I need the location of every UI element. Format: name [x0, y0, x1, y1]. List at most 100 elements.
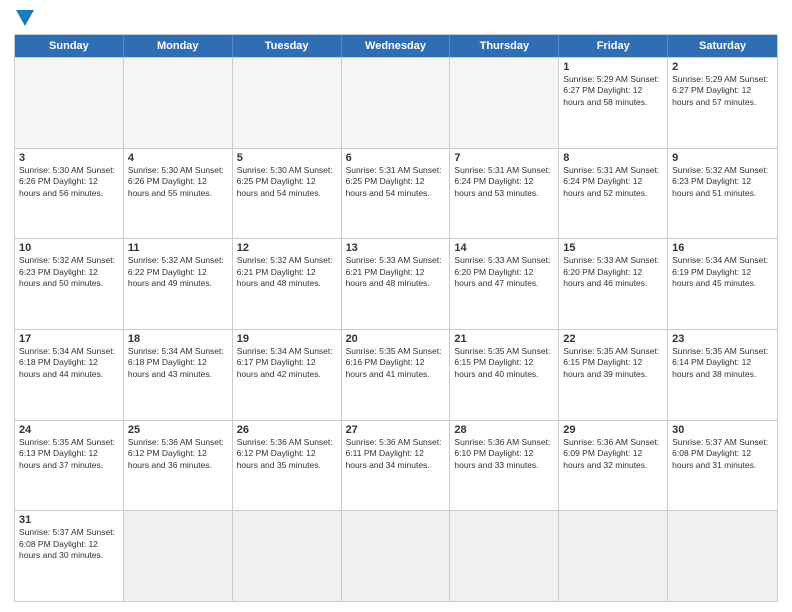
cal-cell-r2-c5: 15Sunrise: 5:33 AM Sunset: 6:20 PM Dayli… — [559, 239, 668, 329]
day-info: Sunrise: 5:30 AM Sunset: 6:26 PM Dayligh… — [19, 165, 119, 199]
day-number: 13 — [346, 242, 446, 254]
day-number: 20 — [346, 333, 446, 345]
cal-cell-r0-c0 — [15, 58, 124, 148]
calendar-row-5: 31Sunrise: 5:37 AM Sunset: 6:08 PM Dayli… — [15, 510, 777, 601]
cal-cell-r5-c6 — [668, 511, 777, 601]
day-number: 26 — [237, 424, 337, 436]
cal-cell-r2-c0: 10Sunrise: 5:32 AM Sunset: 6:23 PM Dayli… — [15, 239, 124, 329]
day-number: 24 — [19, 424, 119, 436]
day-info: Sunrise: 5:36 AM Sunset: 6:12 PM Dayligh… — [128, 437, 228, 471]
weekday-header-saturday: Saturday — [668, 35, 777, 57]
day-number: 14 — [454, 242, 554, 254]
day-info: Sunrise: 5:34 AM Sunset: 6:18 PM Dayligh… — [19, 346, 119, 380]
calendar-row-3: 17Sunrise: 5:34 AM Sunset: 6:18 PM Dayli… — [15, 329, 777, 420]
day-number: 28 — [454, 424, 554, 436]
calendar-page: General Blue SundayMondayTuesdayWedn — [0, 0, 792, 612]
cal-cell-r4-c0: 24Sunrise: 5:35 AM Sunset: 6:13 PM Dayli… — [15, 421, 124, 511]
calendar-row-1: 3Sunrise: 5:30 AM Sunset: 6:26 PM Daylig… — [15, 148, 777, 239]
cal-cell-r3-c5: 22Sunrise: 5:35 AM Sunset: 6:15 PM Dayli… — [559, 330, 668, 420]
cal-cell-r3-c4: 21Sunrise: 5:35 AM Sunset: 6:15 PM Dayli… — [450, 330, 559, 420]
day-info: Sunrise: 5:29 AM Sunset: 6:27 PM Dayligh… — [672, 74, 773, 108]
day-number: 1 — [563, 61, 663, 73]
day-info: Sunrise: 5:30 AM Sunset: 6:26 PM Dayligh… — [128, 165, 228, 199]
cal-cell-r2-c1: 11Sunrise: 5:32 AM Sunset: 6:22 PM Dayli… — [124, 239, 233, 329]
day-number: 2 — [672, 61, 773, 73]
weekday-header-tuesday: Tuesday — [233, 35, 342, 57]
cal-cell-r5-c1 — [124, 511, 233, 601]
cal-cell-r0-c1 — [124, 58, 233, 148]
cal-cell-r5-c0: 31Sunrise: 5:37 AM Sunset: 6:08 PM Dayli… — [15, 511, 124, 601]
day-info: Sunrise: 5:31 AM Sunset: 6:24 PM Dayligh… — [454, 165, 554, 199]
cal-cell-r4-c3: 27Sunrise: 5:36 AM Sunset: 6:11 PM Dayli… — [342, 421, 451, 511]
header: General Blue — [14, 10, 778, 28]
cal-cell-r0-c4 — [450, 58, 559, 148]
cal-cell-r5-c5 — [559, 511, 668, 601]
cal-cell-r5-c2 — [233, 511, 342, 601]
cal-cell-r1-c5: 8Sunrise: 5:31 AM Sunset: 6:24 PM Daylig… — [559, 149, 668, 239]
cal-cell-r0-c5: 1Sunrise: 5:29 AM Sunset: 6:27 PM Daylig… — [559, 58, 668, 148]
day-info: Sunrise: 5:37 AM Sunset: 6:08 PM Dayligh… — [19, 527, 119, 561]
day-number: 25 — [128, 424, 228, 436]
logo-triangle-icon — [16, 10, 34, 26]
day-info: Sunrise: 5:35 AM Sunset: 6:15 PM Dayligh… — [563, 346, 663, 380]
weekday-header-friday: Friday — [559, 35, 668, 57]
day-info: Sunrise: 5:36 AM Sunset: 6:09 PM Dayligh… — [563, 437, 663, 471]
day-number: 3 — [19, 152, 119, 164]
cal-cell-r2-c4: 14Sunrise: 5:33 AM Sunset: 6:20 PM Dayli… — [450, 239, 559, 329]
day-number: 12 — [237, 242, 337, 254]
cal-cell-r1-c2: 5Sunrise: 5:30 AM Sunset: 6:25 PM Daylig… — [233, 149, 342, 239]
day-info: Sunrise: 5:33 AM Sunset: 6:20 PM Dayligh… — [563, 255, 663, 289]
cal-cell-r3-c2: 19Sunrise: 5:34 AM Sunset: 6:17 PM Dayli… — [233, 330, 342, 420]
day-number: 21 — [454, 333, 554, 345]
day-info: Sunrise: 5:37 AM Sunset: 6:08 PM Dayligh… — [672, 437, 773, 471]
calendar-body: 1Sunrise: 5:29 AM Sunset: 6:27 PM Daylig… — [15, 57, 777, 601]
cal-cell-r3-c1: 18Sunrise: 5:34 AM Sunset: 6:18 PM Dayli… — [124, 330, 233, 420]
day-number: 17 — [19, 333, 119, 345]
day-info: Sunrise: 5:35 AM Sunset: 6:14 PM Dayligh… — [672, 346, 773, 380]
cal-cell-r4-c2: 26Sunrise: 5:36 AM Sunset: 6:12 PM Dayli… — [233, 421, 342, 511]
day-info: Sunrise: 5:32 AM Sunset: 6:21 PM Dayligh… — [237, 255, 337, 289]
calendar-row-2: 10Sunrise: 5:32 AM Sunset: 6:23 PM Dayli… — [15, 238, 777, 329]
day-number: 31 — [19, 514, 119, 526]
day-info: Sunrise: 5:36 AM Sunset: 6:11 PM Dayligh… — [346, 437, 446, 471]
cal-cell-r5-c4 — [450, 511, 559, 601]
logo-container — [14, 10, 34, 28]
cal-cell-r1-c3: 6Sunrise: 5:31 AM Sunset: 6:25 PM Daylig… — [342, 149, 451, 239]
cal-cell-r4-c6: 30Sunrise: 5:37 AM Sunset: 6:08 PM Dayli… — [668, 421, 777, 511]
cal-cell-r0-c3 — [342, 58, 451, 148]
cal-cell-r5-c3 — [342, 511, 451, 601]
day-info: Sunrise: 5:29 AM Sunset: 6:27 PM Dayligh… — [563, 74, 663, 108]
cal-cell-r2-c6: 16Sunrise: 5:34 AM Sunset: 6:19 PM Dayli… — [668, 239, 777, 329]
cal-cell-r0-c2 — [233, 58, 342, 148]
day-number: 19 — [237, 333, 337, 345]
day-info: Sunrise: 5:35 AM Sunset: 6:15 PM Dayligh… — [454, 346, 554, 380]
weekday-header-thursday: Thursday — [450, 35, 559, 57]
day-info: Sunrise: 5:31 AM Sunset: 6:24 PM Dayligh… — [563, 165, 663, 199]
day-info: Sunrise: 5:34 AM Sunset: 6:17 PM Dayligh… — [237, 346, 337, 380]
day-info: Sunrise: 5:30 AM Sunset: 6:25 PM Dayligh… — [237, 165, 337, 199]
cal-cell-r4-c1: 25Sunrise: 5:36 AM Sunset: 6:12 PM Dayli… — [124, 421, 233, 511]
cal-cell-r1-c4: 7Sunrise: 5:31 AM Sunset: 6:24 PM Daylig… — [450, 149, 559, 239]
calendar-header: SundayMondayTuesdayWednesdayThursdayFrid… — [15, 35, 777, 57]
weekday-header-sunday: Sunday — [15, 35, 124, 57]
day-info: Sunrise: 5:35 AM Sunset: 6:13 PM Dayligh… — [19, 437, 119, 471]
day-number: 8 — [563, 152, 663, 164]
day-number: 18 — [128, 333, 228, 345]
day-number: 29 — [563, 424, 663, 436]
day-number: 4 — [128, 152, 228, 164]
day-number: 22 — [563, 333, 663, 345]
cal-cell-r1-c0: 3Sunrise: 5:30 AM Sunset: 6:26 PM Daylig… — [15, 149, 124, 239]
day-info: Sunrise: 5:32 AM Sunset: 6:22 PM Dayligh… — [128, 255, 228, 289]
cal-cell-r2-c3: 13Sunrise: 5:33 AM Sunset: 6:21 PM Dayli… — [342, 239, 451, 329]
day-number: 6 — [346, 152, 446, 164]
cal-cell-r3-c6: 23Sunrise: 5:35 AM Sunset: 6:14 PM Dayli… — [668, 330, 777, 420]
day-info: Sunrise: 5:36 AM Sunset: 6:12 PM Dayligh… — [237, 437, 337, 471]
day-number: 10 — [19, 242, 119, 254]
cal-cell-r4-c5: 29Sunrise: 5:36 AM Sunset: 6:09 PM Dayli… — [559, 421, 668, 511]
cal-cell-r1-c6: 9Sunrise: 5:32 AM Sunset: 6:23 PM Daylig… — [668, 149, 777, 239]
cal-cell-r0-c6: 2Sunrise: 5:29 AM Sunset: 6:27 PM Daylig… — [668, 58, 777, 148]
cal-cell-r2-c2: 12Sunrise: 5:32 AM Sunset: 6:21 PM Dayli… — [233, 239, 342, 329]
day-info: Sunrise: 5:32 AM Sunset: 6:23 PM Dayligh… — [672, 165, 773, 199]
day-number: 9 — [672, 152, 773, 164]
day-info: Sunrise: 5:34 AM Sunset: 6:18 PM Dayligh… — [128, 346, 228, 380]
